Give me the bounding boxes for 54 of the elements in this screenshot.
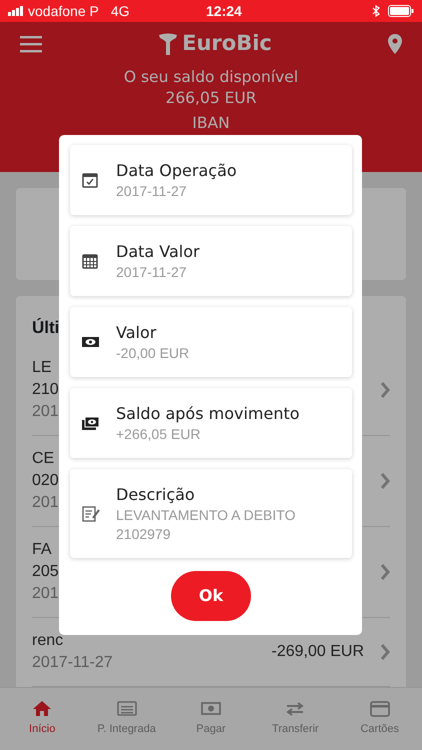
menu-icon[interactable]: [20, 34, 42, 52]
detail-label: Descrição: [116, 484, 196, 506]
detail-value: +266,05 EUR: [116, 424, 202, 444]
movement-description: 205: [32, 562, 59, 582]
location-pin-icon[interactable]: [388, 34, 402, 54]
chevron-right-icon[interactable]: [380, 644, 390, 660]
tab[interactable]: P. Integrada: [86, 700, 167, 738]
statement-icon: [116, 700, 137, 718]
pay-icon: [200, 700, 221, 718]
bluetooth-icon: [372, 5, 380, 17]
battery-icon: [388, 5, 414, 17]
movement-description: CE: [32, 449, 54, 469]
signal-icon: [8, 6, 24, 16]
chevron-right-icon[interactable]: [380, 382, 390, 398]
movement-date: 2017-11-27: [32, 653, 113, 673]
iban-label: IBAN: [191, 113, 231, 134]
cards-icon: [370, 700, 390, 718]
movement-description: 210: [32, 380, 59, 400]
ok-button[interactable]: Ok: [171, 571, 251, 621]
home-icon: [32, 700, 52, 718]
detail-value: 2017-11-27: [116, 182, 188, 200]
transfer-icon: [285, 700, 306, 718]
logo: EuroBic: [182, 30, 272, 57]
section-title: Últi: [32, 317, 60, 339]
movement-description: LE: [32, 358, 52, 378]
tab[interactable]: Transferir: [255, 700, 336, 738]
movement-description: renc: [32, 631, 64, 651]
detail-label: Data Operação: [116, 160, 237, 182]
calendar-icon: [82, 252, 100, 270]
balance-amount: 266,05 EUR: [164, 88, 258, 109]
detail-label: Saldo após movimento: [116, 402, 300, 424]
movement-description: FA: [32, 540, 52, 560]
chevron-right-icon[interactable]: [380, 473, 390, 489]
calendar-check-icon: [82, 171, 100, 189]
chevron-right-icon[interactable]: [380, 564, 390, 580]
movement-date: 201: [32, 493, 59, 513]
movement-date: 201: [32, 402, 59, 422]
movement-description: 020: [32, 471, 59, 491]
movement-amount: -269,00 EUR: [272, 642, 364, 662]
note-edit-icon: [82, 504, 100, 522]
tab[interactable]: Cartões: [340, 700, 420, 738]
clock: 12:24: [206, 2, 242, 20]
detail-value: -20,00 EUR: [116, 344, 190, 362]
detail-value: 2102979: [116, 524, 172, 544]
detail-label: Data Valor: [116, 240, 200, 262]
detail-label: Valor: [116, 322, 158, 344]
network-type: 4G: [110, 2, 130, 20]
carrier-name: vodafone P: [28, 2, 99, 20]
detail-value: 2017-11-27: [116, 262, 188, 282]
balance-label: O seu saldo disponível: [122, 67, 300, 88]
movement-date: 201: [32, 584, 59, 604]
detail-value: LEVANTAMENTO A DEBITO: [116, 506, 296, 524]
tab[interactable]: Início: [2, 700, 82, 738]
tab[interactable]: Pagar: [170, 700, 251, 738]
